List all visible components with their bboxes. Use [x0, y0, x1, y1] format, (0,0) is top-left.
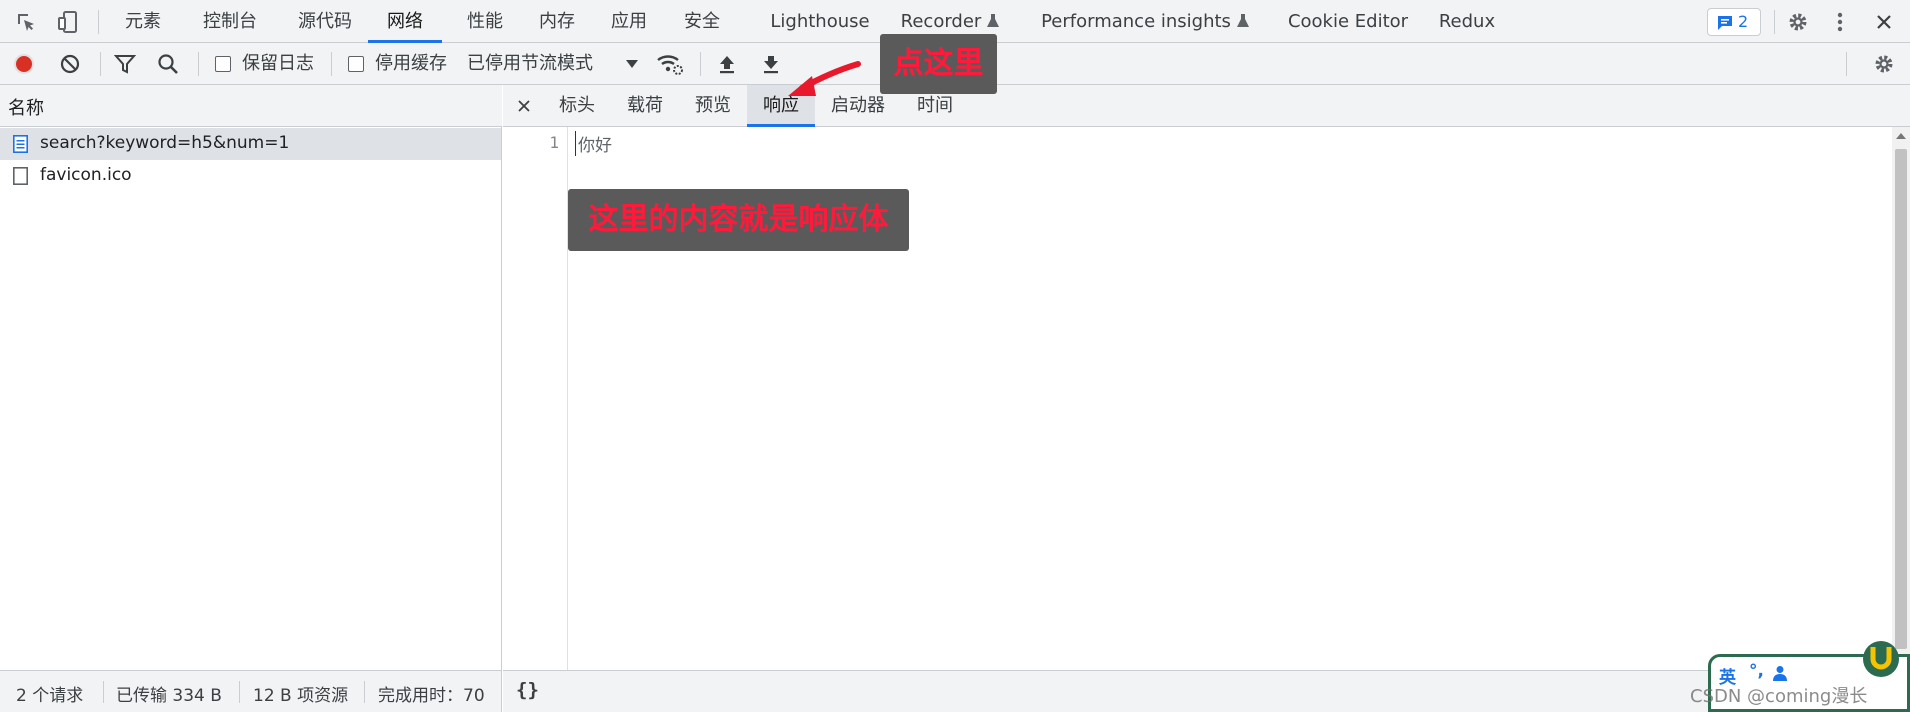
- ime-user-icon[interactable]: [1773, 665, 1787, 681]
- response-scrollbar[interactable]: [1892, 127, 1910, 670]
- ime-logo-icon[interactable]: [1861, 639, 1901, 679]
- finish-time: 完成用时：70: [378, 686, 485, 706]
- transferred-size: 已传输 334 B: [116, 686, 222, 706]
- tab-redux[interactable]: Redux: [1432, 0, 1502, 43]
- device-toolbar-icon[interactable]: [54, 8, 82, 36]
- response-body-text[interactable]: 你好: [575, 131, 612, 156]
- filter-button[interactable]: [111, 50, 139, 78]
- throttling-dropdown-arrow-icon[interactable]: [618, 50, 646, 78]
- disable-cache-checkbox[interactable]: [348, 56, 364, 72]
- tab-lighthouse[interactable]: Lighthouse: [765, 0, 875, 43]
- network-conditions-icon[interactable]: [656, 50, 684, 78]
- search-icon: [158, 54, 178, 74]
- ime-punctuation-toggle[interactable]: °,: [1749, 661, 1764, 681]
- tab-preview[interactable]: 预览: [679, 85, 747, 127]
- message-icon: [1718, 16, 1732, 30]
- document-icon: [13, 135, 28, 153]
- settings-gear-icon[interactable]: [1784, 8, 1812, 36]
- tab-performance[interactable]: 性能: [455, 0, 515, 43]
- close-devtools-icon[interactable]: [1870, 8, 1898, 36]
- annotation-callout-body: 这里的内容就是响应体: [568, 189, 909, 251]
- scroll-up-arrow-icon[interactable]: [1896, 133, 1906, 139]
- line-number: 1: [549, 133, 559, 152]
- tab-sources[interactable]: 源代码: [285, 0, 365, 43]
- tab-elements[interactable]: 元素: [108, 0, 178, 43]
- network-summary-bar: 2 个请求 已传输 334 B 12 B 项资源 完成用时：70: [0, 670, 502, 712]
- inspect-element-icon[interactable]: [12, 8, 40, 36]
- preserve-log-label[interactable]: 保留日志: [242, 52, 314, 76]
- search-button[interactable]: [154, 50, 182, 78]
- tab-performance-insights[interactable]: Performance insights: [1040, 0, 1250, 43]
- issues-badge[interactable]: 2: [1707, 8, 1761, 36]
- tab-application[interactable]: 应用: [599, 0, 659, 43]
- record-button[interactable]: [10, 50, 38, 78]
- issues-count: 2: [1738, 12, 1749, 31]
- disable-cache-label[interactable]: 停用缓存: [375, 52, 447, 76]
- tab-performance-insights-label: Performance insights: [1041, 11, 1231, 32]
- request-row[interactable]: search?keyword=h5&num=1: [0, 128, 501, 160]
- request-detail-tabbar: 标头 载荷 预览 响应 启动器 时间: [503, 85, 1910, 127]
- tab-network[interactable]: 网络: [368, 0, 442, 43]
- csdn-watermark: CSDN @coming漫长: [1690, 686, 1868, 707]
- throttling-select[interactable]: 已停用节流模式: [467, 52, 593, 76]
- more-options-icon[interactable]: [1826, 8, 1854, 36]
- line-number-gutter: 1: [503, 127, 568, 670]
- tab-security[interactable]: 安全: [672, 0, 732, 43]
- flask-icon: [1236, 14, 1249, 27]
- request-name: search?keyword=h5&num=1: [40, 133, 290, 153]
- request-list-panel: 名称 search?keyword=h5&num=1 favicon.ico: [0, 85, 502, 670]
- request-count: 2 个请求: [16, 686, 84, 706]
- clear-button[interactable]: [56, 50, 84, 78]
- flask-icon: [987, 14, 1000, 27]
- tab-console[interactable]: 控制台: [190, 0, 270, 43]
- preserve-log-checkbox[interactable]: [215, 56, 231, 72]
- annotation-arrow-icon: [788, 61, 861, 96]
- close-detail-icon[interactable]: [515, 97, 533, 115]
- column-header-name[interactable]: 名称: [8, 94, 44, 120]
- pretty-print-button[interactable]: {}: [516, 679, 539, 701]
- tab-headers[interactable]: 标头: [543, 85, 611, 127]
- tab-payload[interactable]: 载荷: [611, 85, 679, 127]
- filter-icon: [114, 55, 136, 74]
- record-icon: [14, 54, 34, 74]
- tab-memory[interactable]: 内存: [527, 0, 587, 43]
- clear-icon: [60, 54, 80, 74]
- export-har-icon[interactable]: [757, 50, 785, 78]
- import-har-icon[interactable]: [713, 50, 741, 78]
- annotation-callout-tab: 点这里: [880, 34, 997, 94]
- tab-recorder-label: Recorder: [900, 11, 982, 32]
- scrollbar-thumb[interactable]: [1895, 149, 1907, 649]
- file-icon: [13, 167, 28, 185]
- tab-cookie-editor[interactable]: Cookie Editor: [1278, 0, 1418, 43]
- resources-size: 12 B 项资源: [253, 686, 349, 706]
- network-settings-gear-icon[interactable]: [1870, 50, 1898, 78]
- request-list-header[interactable]: 名称: [0, 85, 502, 127]
- request-row[interactable]: favicon.ico: [0, 160, 501, 192]
- request-name: favicon.ico: [40, 165, 132, 185]
